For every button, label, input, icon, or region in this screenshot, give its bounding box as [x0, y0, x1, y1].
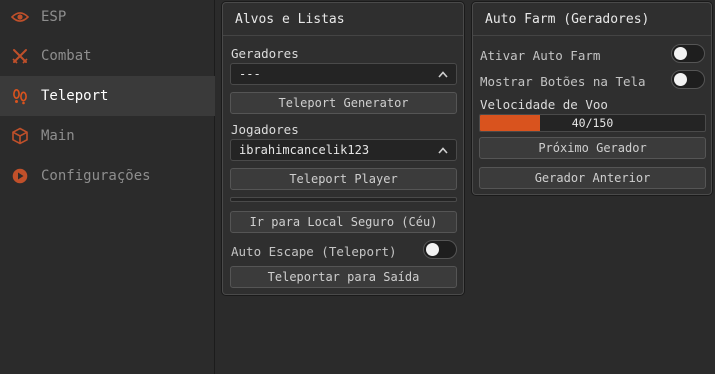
- sidebar-item-teleport[interactable]: Teleport: [0, 76, 215, 116]
- targets-panel: Alvos e Listas Geradores --- Teleport Ge…: [222, 2, 464, 295]
- slider-value: 40/150: [571, 116, 614, 130]
- next-generator-button[interactable]: Próximo Gerador: [479, 137, 706, 159]
- teleport-generator-button[interactable]: Teleport Generator: [230, 92, 457, 114]
- sidebar-item-configuracoes[interactable]: Configurações: [0, 156, 215, 196]
- generators-label: Geradores: [231, 46, 299, 61]
- chevron-up-icon: [437, 140, 449, 160]
- sidebar-item-label: Main: [41, 128, 75, 144]
- panel-title: Alvos e Listas: [223, 3, 463, 36]
- toggle-knob: [674, 47, 687, 60]
- show-buttons-label: Mostrar Botões na Tela: [480, 74, 646, 89]
- divider: [230, 197, 457, 202]
- speed-slider[interactable]: 40/150: [479, 114, 706, 132]
- enable-autofarm-label: Ativar Auto Farm: [480, 48, 601, 63]
- show-buttons-toggle[interactable]: [671, 70, 705, 89]
- crossed-swords-icon: [11, 47, 29, 65]
- auto-escape-toggle[interactable]: [423, 240, 457, 259]
- sidebar-item-combat[interactable]: Combat: [0, 36, 215, 76]
- toggle-knob: [426, 243, 439, 256]
- sidebar: ESP Combat Teleport Main Configurações: [0, 0, 215, 374]
- sidebar-item-label: Teleport: [41, 88, 109, 104]
- chevron-up-icon: [437, 64, 449, 84]
- sidebar-item-label: Combat: [41, 48, 92, 64]
- generators-value: ---: [239, 67, 261, 81]
- panel-title: Auto Farm (Geradores): [473, 3, 711, 36]
- teleport-player-button[interactable]: Teleport Player: [230, 168, 457, 190]
- generators-dropdown[interactable]: ---: [230, 63, 457, 85]
- sidebar-item-label: ESP: [41, 9, 67, 25]
- safe-place-button[interactable]: Ir para Local Seguro (Céu): [230, 211, 457, 233]
- cube-icon: [11, 127, 29, 145]
- prev-generator-button[interactable]: Gerador Anterior: [479, 167, 706, 189]
- sidebar-item-label: Configurações: [41, 168, 151, 184]
- toggle-knob: [674, 73, 687, 86]
- footprints-icon: [11, 87, 29, 105]
- sidebar-item-main[interactable]: Main: [0, 116, 215, 156]
- play-circle-icon: [11, 167, 29, 185]
- players-label: Jogadores: [231, 122, 299, 137]
- speed-label: Velocidade de Voo: [480, 97, 608, 112]
- autofarm-panel: Auto Farm (Geradores) Ativar Auto Farm M…: [472, 2, 712, 195]
- sidebar-item-esp[interactable]: ESP: [0, 0, 215, 37]
- players-value: ibrahimcancelik123: [239, 143, 370, 157]
- enable-autofarm-toggle[interactable]: [671, 44, 705, 63]
- teleport-exit-button[interactable]: Teleportar para Saída: [230, 266, 457, 288]
- auto-escape-label: Auto Escape (Teleport): [231, 244, 397, 259]
- players-dropdown[interactable]: ibrahimcancelik123: [230, 139, 457, 161]
- eye-icon: [11, 8, 29, 26]
